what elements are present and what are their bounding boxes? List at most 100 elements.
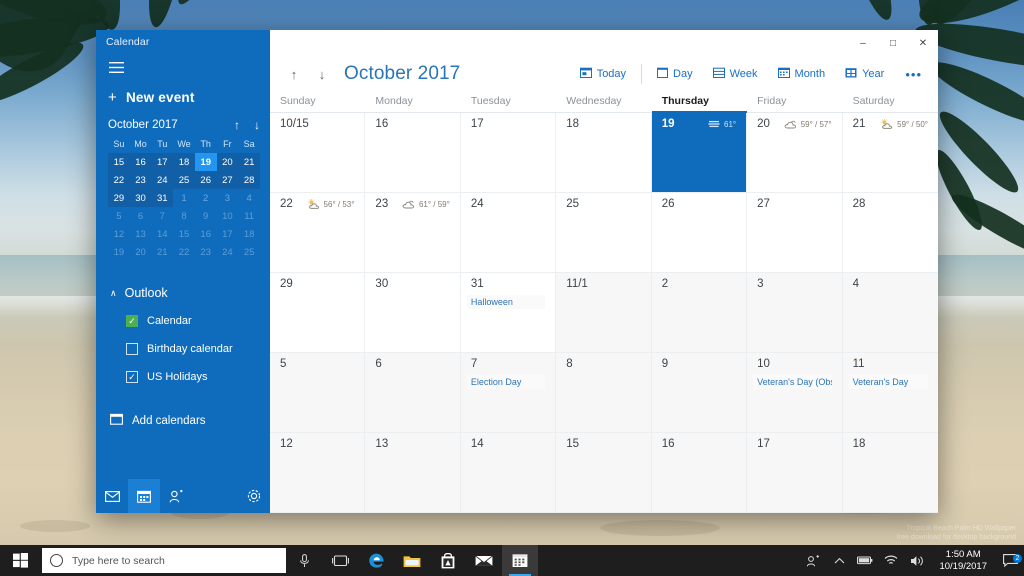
mini-day-cell[interactable]: 17 [217,225,239,243]
day-cell[interactable]: 24 [460,193,557,273]
day-view-button[interactable]: Day [648,63,702,85]
day-cell[interactable]: 19 61° [651,113,748,193]
mini-day-cell[interactable]: 8 [173,207,195,225]
mini-day-cell[interactable]: 20 [216,153,239,171]
edge-icon[interactable] [358,545,394,576]
day-cell[interactable]: 31 Halloween [460,273,557,353]
new-event-button[interactable]: + New event [96,82,270,113]
people-tray-icon[interactable] [800,554,826,567]
day-cell[interactable]: 21 59° / 50° [842,113,938,193]
mini-day-cell[interactable]: 13 [130,225,152,243]
day-cell[interactable]: 2 [651,273,748,353]
mini-day-cell[interactable]: 25 [238,243,260,261]
mini-day-cell[interactable]: 30 [129,189,152,207]
mini-day-cell[interactable]: 10 [217,207,239,225]
calendar-item-birthday-calendar[interactable]: Birthday calendar [110,335,270,363]
day-cell[interactable]: 13 [365,433,461,513]
mini-day-cell[interactable]: 4 [238,189,260,207]
day-cell[interactable]: 15 [556,433,652,513]
calendar-group-outlook[interactable]: ∧ Outlook [110,279,270,307]
day-cell[interactable]: 10 Veteran's Day (Observ [747,353,843,433]
day-cell[interactable]: 14 [460,433,557,513]
mini-day-cell[interactable]: 23 [195,243,217,261]
mail-taskbar-icon[interactable] [466,545,502,576]
volume-icon[interactable] [904,555,930,567]
day-cell[interactable]: 16 [651,433,748,513]
maximize-button[interactable]: □ [878,30,908,57]
calendar-icon[interactable] [128,479,160,513]
mini-day-cell[interactable]: 2 [195,189,217,207]
close-button[interactable]: ✕ [908,30,938,57]
year-view-button[interactable]: Year [836,63,893,85]
mini-day-cell[interactable]: 11 [238,207,260,225]
mini-day-cell[interactable]: 7 [151,207,173,225]
mini-day-cell[interactable]: 18 [238,225,260,243]
day-cell[interactable]: 23 61° / 59° [365,193,461,273]
day-cell[interactable]: 11/1 [556,273,652,353]
day-cell[interactable]: 10/15 [270,113,366,193]
day-cell[interactable]: 27 [747,193,843,273]
mini-day-cell[interactable]: 24 [151,171,174,189]
day-cell[interactable]: 26 [651,193,748,273]
show-hidden-icons-icon[interactable] [826,557,852,565]
mini-day-cell[interactable]: 27 [216,171,239,189]
mini-day-cell[interactable]: 22 [108,171,130,189]
calendar-taskbar-icon[interactable] [502,545,538,576]
microphone-icon[interactable] [286,545,322,576]
day-cell[interactable]: 4 [842,273,938,353]
day-cell[interactable]: 9 [651,353,748,433]
minimize-button[interactable]: – [848,30,878,57]
day-cell[interactable]: 17 [460,113,557,193]
mini-day-cell[interactable]: 15 [173,225,195,243]
mini-day-cell[interactable]: 1 [173,189,195,207]
mini-day-cell[interactable]: 17 [151,153,174,171]
add-calendars-button[interactable]: Add calendars [96,403,270,428]
wifi-icon[interactable] [878,555,904,566]
hamburger-menu-icon[interactable] [98,52,134,82]
mini-day-cell[interactable]: 18 [173,153,195,171]
mini-day-cell[interactable]: 22 [173,243,195,261]
store-icon[interactable] [430,545,466,576]
checkbox-icon[interactable] [126,343,138,355]
task-view-icon[interactable] [322,545,358,576]
mini-day-cell[interactable]: 6 [130,207,152,225]
month-view-button[interactable]: Month [769,63,835,85]
mini-next-month-icon[interactable]: ↓ [254,119,260,131]
day-cell[interactable]: 16 [365,113,461,193]
mini-day-cell[interactable]: 23 [129,171,152,189]
next-month-button[interactable]: ↓ [310,62,334,86]
mini-day-cell[interactable]: 21 [238,153,260,171]
clock[interactable]: 1:50 AM 10/19/2017 [930,549,996,573]
mini-day-cell[interactable]: 15 [108,153,130,171]
settings-icon[interactable] [238,479,270,513]
checkbox-icon[interactable]: ✓ [126,315,138,327]
today-button[interactable]: Today [571,63,635,85]
file-explorer-icon[interactable] [394,545,430,576]
mini-day-cell[interactable]: 14 [151,225,173,243]
calendar-event[interactable]: Election Day [466,375,546,389]
day-cell[interactable]: 5 [270,353,366,433]
mini-day-cell[interactable]: 25 [173,171,195,189]
mini-day-cell[interactable]: 9 [195,207,217,225]
mini-day-cell[interactable]: 31 [151,189,174,207]
day-cell[interactable]: 28 [842,193,938,273]
previous-month-button[interactable]: ↑ [282,62,306,86]
mini-prev-month-icon[interactable]: ↑ [234,119,240,131]
mini-day-cell[interactable]: 20 [130,243,152,261]
mini-day-cell[interactable]: 24 [217,243,239,261]
day-cell[interactable]: 8 [556,353,652,433]
action-center-button[interactable]: 2 [996,554,1024,567]
mini-day-cell[interactable]: 3 [217,189,239,207]
calendar-event[interactable]: Veteran's Day [848,375,928,389]
mail-icon[interactable] [96,479,128,513]
day-cell[interactable]: 6 [365,353,461,433]
mini-day-cell[interactable]: 21 [151,243,173,261]
week-view-button[interactable]: Week [704,63,767,85]
day-cell[interactable]: 18 [556,113,652,193]
checkbox-icon[interactable]: ✓ [126,371,138,383]
day-cell[interactable]: 7 Election Day [460,353,557,433]
day-cell[interactable]: 18 [842,433,938,513]
day-cell[interactable]: 12 [270,433,366,513]
mini-day-cell[interactable]: 16 [195,225,217,243]
mini-day-cell[interactable]: 5 [108,207,130,225]
